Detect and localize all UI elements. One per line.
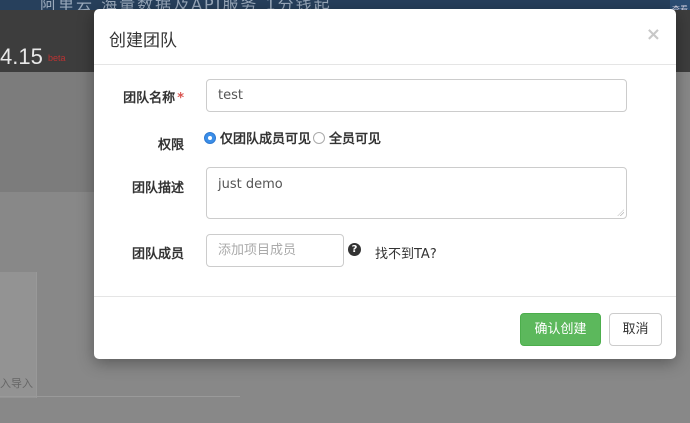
cant-find-link[interactable]: 找不到TA? bbox=[375, 243, 437, 262]
radio-members-only[interactable] bbox=[204, 131, 216, 144]
dialog-header: 创建团队 × bbox=[94, 9, 676, 65]
background-divider bbox=[0, 396, 240, 397]
team-members-input[interactable]: 添加项目成员 bbox=[206, 234, 344, 267]
cancel-button[interactable]: 取消 bbox=[609, 313, 662, 346]
permission-radio-group: 仅团队成员可见 全员可见 bbox=[204, 128, 381, 147]
confirm-create-button[interactable]: 确认创建 bbox=[520, 313, 601, 346]
team-description-value: just demo bbox=[218, 177, 283, 192]
team-description-label: 团队描述 bbox=[131, 181, 184, 196]
resize-handle-icon[interactable] bbox=[617, 209, 624, 216]
dialog-title: 创建团队 bbox=[109, 31, 177, 51]
team-name-label-text: 团队名称 bbox=[123, 91, 176, 106]
required-mark: * bbox=[177, 91, 184, 106]
version-label: 4.15 bbox=[0, 44, 43, 69]
radio-everyone-label[interactable]: 全员可见 bbox=[329, 128, 381, 147]
team-members-label: 团队成员 bbox=[131, 247, 184, 262]
dialog-footer: 确认创建 取消 bbox=[94, 296, 676, 360]
background-panel-text: 入导入 bbox=[0, 377, 33, 390]
background-strip bbox=[0, 72, 96, 192]
radio-members-only-label[interactable]: 仅团队成员可见 bbox=[220, 128, 311, 147]
create-team-dialog: 创建团队 × 团队名称 * test 权限 仅团队成员可见 全员可见 团队描述 j… bbox=[94, 9, 676, 359]
beta-badge: beta bbox=[48, 53, 66, 63]
close-icon[interactable]: × bbox=[646, 24, 661, 45]
team-name-input[interactable]: test bbox=[206, 79, 627, 112]
radio-everyone[interactable] bbox=[313, 131, 326, 144]
team-name-label: 团队名称 * bbox=[94, 87, 184, 106]
question-circle-icon[interactable]: ? bbox=[348, 243, 361, 256]
permission-label: 权限 bbox=[157, 138, 184, 153]
team-description-textarea[interactable]: just demo bbox=[206, 167, 627, 219]
